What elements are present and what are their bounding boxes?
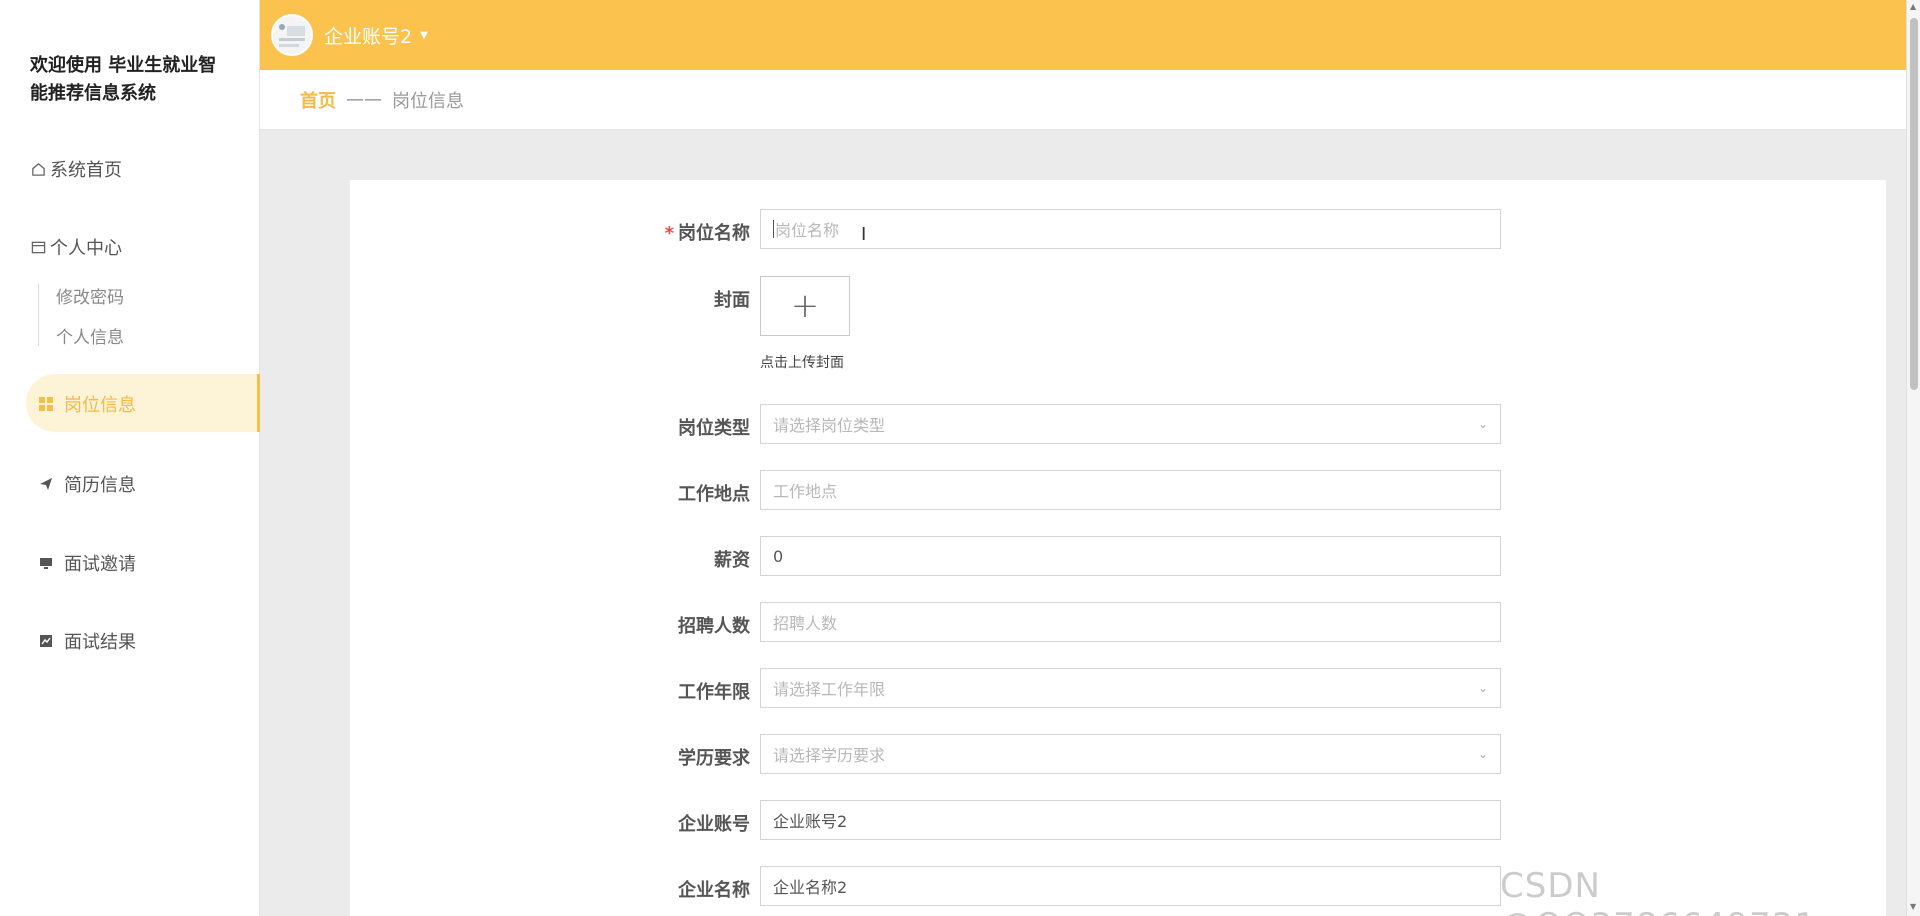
cover-upload-button[interactable]: +: [760, 276, 850, 336]
user-avatar[interactable]: [271, 14, 313, 56]
location-label: 工作地点: [678, 484, 750, 505]
placeholder-text: 请选择工作年限: [773, 680, 886, 699]
home-icon: [30, 161, 46, 177]
chart-icon: [38, 633, 54, 649]
grid-icon: [38, 396, 54, 412]
salary-input[interactable]: 0: [760, 536, 1501, 576]
years-label: 工作年限: [678, 682, 750, 703]
sidebar: 欢迎使用 毕业生就业智能推荐信息系统 系统首页 个人中心 修改密码 个人信息 岗…: [0, 0, 260, 916]
placeholder-text: 请选择学历要求: [773, 746, 886, 765]
location-input[interactable]: 工作地点: [760, 470, 1501, 510]
account-name: 企业账号2: [324, 26, 413, 48]
headcount-label: 招聘人数: [678, 616, 750, 637]
cover-label: 封面: [714, 290, 750, 311]
required-mark: *: [664, 223, 674, 244]
sidebar-item-post-info[interactable]: 岗位信息: [26, 374, 260, 432]
education-label: 学历要求: [678, 748, 750, 769]
sidebar-item-label: 面试结果: [64, 632, 136, 653]
post-type-label: 岗位类型: [678, 418, 750, 439]
account-dropdown[interactable]: 企业账号2 ▼: [324, 22, 428, 49]
post-type-select[interactable]: 请选择岗位类型 ⌄: [760, 404, 1501, 444]
sidebar-subitem-personal-info[interactable]: 个人信息: [56, 323, 124, 348]
input-value: 0: [773, 546, 784, 566]
breadcrumb-home-link[interactable]: 首页: [300, 87, 336, 113]
input-value: 企业账号2: [773, 812, 848, 831]
sidebar-item-label: 个人中心: [50, 238, 122, 259]
sidebar-item-label: 面试邀请: [64, 554, 136, 575]
sidebar-item-label: 简历信息: [64, 475, 136, 496]
breadcrumb: 首页 —— 岗位信息: [260, 70, 1906, 130]
company-account-label: 企业账号: [678, 814, 750, 835]
plus-icon: +: [790, 286, 820, 326]
sidebar-item-interview-result[interactable]: 面试结果: [38, 628, 136, 654]
card-icon: [30, 239, 46, 255]
placeholder-text: 工作地点: [773, 482, 838, 501]
salary-label: 薪资: [714, 550, 750, 571]
monitor-icon: [38, 555, 54, 571]
post-name-input[interactable]: 岗位名称: [760, 209, 1501, 249]
caret-down-icon: ▼: [420, 30, 428, 41]
chevron-down-icon: ⌄: [1477, 747, 1488, 761]
ibeam-cursor-icon: I: [861, 224, 867, 245]
company-name-label: 企业名称: [678, 880, 750, 901]
chevron-down-icon: ⌄: [1477, 417, 1488, 431]
sidebar-subitem-change-password[interactable]: 修改密码: [56, 283, 124, 308]
years-select[interactable]: 请选择工作年限 ⌄: [760, 668, 1501, 708]
vertical-scrollbar[interactable]: ▲ ▼: [1906, 0, 1920, 916]
scroll-down-icon[interactable]: ▼: [1910, 902, 1916, 911]
submenu-divider: [38, 284, 39, 346]
company-account-input[interactable]: 企业账号2: [760, 800, 1501, 840]
watermark: CSDN @QQ3786649731: [1500, 866, 1816, 916]
sidebar-item-home[interactable]: 系统首页: [30, 156, 122, 182]
placeholder-text: 请选择岗位类型: [773, 416, 886, 435]
sidebar-item-interview-invite[interactable]: 面试邀请: [38, 550, 136, 576]
upload-tip: 点击上传封面: [760, 355, 844, 371]
placeholder-text: 岗位名称: [775, 221, 840, 240]
education-select[interactable]: 请选择学历要求 ⌄: [760, 734, 1501, 774]
app-brand-title: 欢迎使用 毕业生就业智能推荐信息系统: [30, 55, 217, 104]
headcount-input[interactable]: 招聘人数: [760, 602, 1501, 642]
sidebar-item-label: 系统首页: [50, 160, 122, 181]
scroll-up-icon[interactable]: ▲: [1910, 2, 1916, 11]
sidebar-item-resume[interactable]: 简历信息: [38, 471, 136, 497]
input-value: 企业名称2: [773, 878, 848, 897]
scrollbar-thumb[interactable]: [1910, 18, 1918, 390]
sidebar-item-personal-center[interactable]: 个人中心: [30, 234, 122, 260]
breadcrumb-separator: ——: [346, 89, 382, 110]
label-text: 岗位名称: [678, 223, 750, 244]
placeholder-text: 招聘人数: [773, 614, 838, 633]
text-cursor: [773, 220, 774, 238]
post-name-label: * 岗位名称: [618, 219, 750, 245]
breadcrumb-current: 岗位信息: [392, 90, 464, 112]
chevron-down-icon: ⌄: [1477, 681, 1488, 695]
top-header: 企业账号2 ▼: [260, 0, 1906, 70]
sidebar-item-label: 岗位信息: [64, 395, 136, 416]
send-icon: [38, 476, 54, 492]
company-name-input[interactable]: 企业名称2: [760, 866, 1501, 906]
